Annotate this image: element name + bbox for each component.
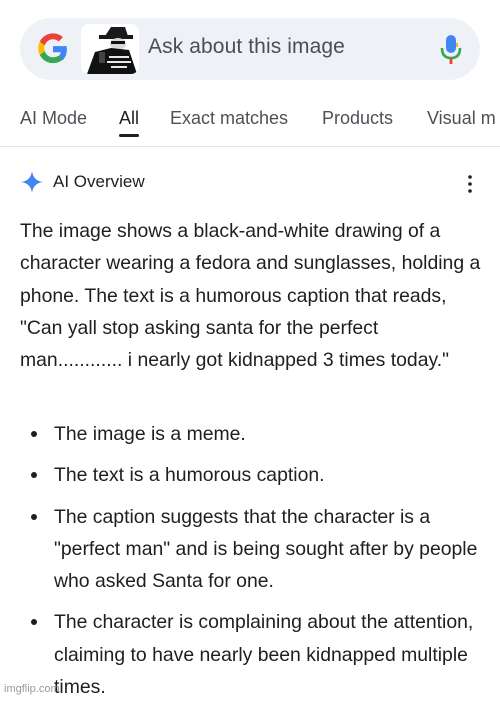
search-tabs: AI Mode All Exact matches Products Visua…	[0, 100, 500, 147]
bullet-text: The caption suggests that the character …	[54, 505, 478, 593]
meme-thumbnail-image	[81, 24, 139, 74]
query-image-thumbnail[interactable]	[81, 24, 139, 74]
list-item: The image is a meme.	[20, 418, 482, 450]
bullet-dot-icon	[31, 472, 37, 479]
google-logo-icon	[38, 33, 67, 64]
microphone-icon[interactable]	[440, 35, 462, 65]
list-item: The character is complaining about the a…	[20, 606, 482, 703]
bullet-dot-icon	[31, 513, 37, 520]
more-vertical-icon[interactable]	[462, 174, 478, 194]
tab-ai-mode[interactable]: AI Mode	[20, 108, 87, 129]
bullet-text: The text is a humorous caption.	[54, 464, 325, 487]
list-item: The text is a humorous caption.	[20, 459, 482, 491]
tab-all[interactable]: All	[119, 108, 139, 129]
active-tab-indicator	[119, 134, 139, 137]
ai-overview-title: AI Overview	[53, 172, 145, 191]
imgflip-watermark: imgflip.com	[4, 683, 60, 695]
list-item: The caption suggests that the character …	[20, 501, 482, 598]
ai-overview-summary: The image shows a black-and-white drawin…	[20, 220, 481, 372]
bullet-dot-icon	[31, 619, 37, 626]
ai-overview-bullets: The image is a meme. The text is a humor…	[20, 418, 482, 712]
tab-products[interactable]: Products	[322, 108, 393, 129]
search-input[interactable]: Ask about this image	[148, 35, 345, 59]
bullet-dot-icon	[31, 431, 37, 437]
tab-visual-matches[interactable]: Visual m	[427, 108, 496, 129]
search-bar[interactable]: Ask about this image	[20, 18, 480, 80]
bullet-text: The character is complaining about the a…	[54, 611, 474, 699]
ai-sparkle-icon	[21, 171, 43, 193]
bullet-text: The image is a meme.	[54, 423, 246, 445]
tab-exact-matches[interactable]: Exact matches	[170, 108, 288, 129]
